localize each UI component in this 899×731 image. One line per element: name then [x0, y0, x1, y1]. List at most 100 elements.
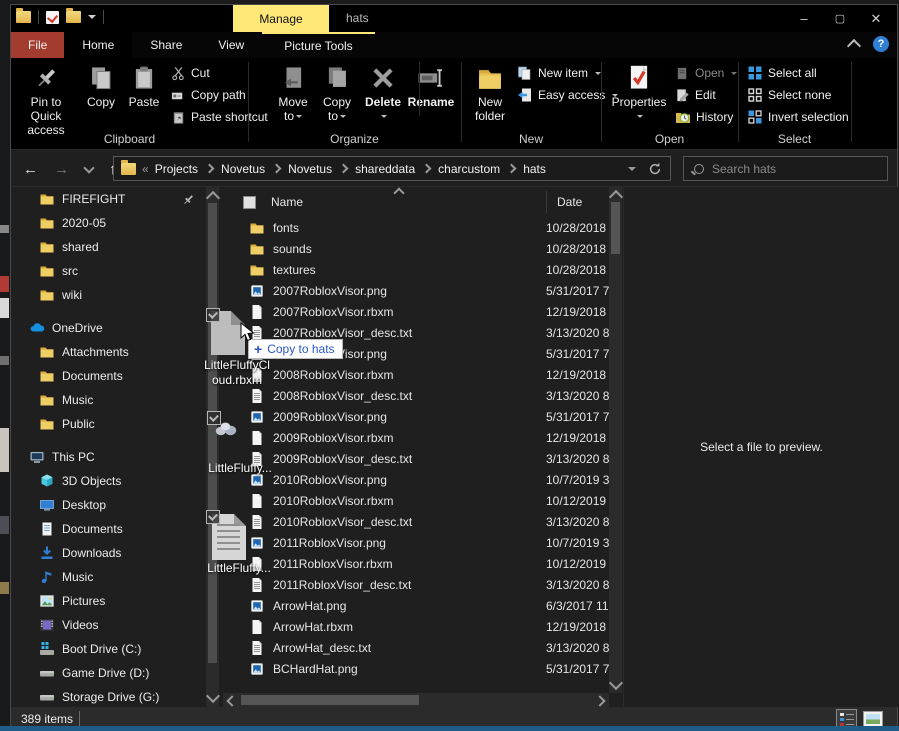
file-row[interactable]: 2010RobloxVisor.rbxm 10/12/2019	[223, 490, 609, 511]
sidebar-item-2020-05[interactable]: 2020-05	[11, 211, 206, 235]
tab-share[interactable]: Share	[132, 32, 200, 58]
column-header-name[interactable]: Name	[271, 195, 303, 209]
folder-icon[interactable]	[66, 11, 81, 23]
pin-to-quick-access-button[interactable]: Pin to Quick access	[15, 61, 77, 137]
sidebar-item-public[interactable]: Public	[11, 412, 206, 436]
sidebar-item-firefight[interactable]: FIREFIGHT	[11, 187, 206, 211]
file-row[interactable]: 2009RobloxVisor.rbxm 12/19/2018	[223, 427, 609, 448]
cut-button[interactable]: Cut	[171, 63, 210, 83]
scrollbar-thumb[interactable]	[611, 202, 620, 254]
sidebar-item-boot-drive-c-[interactable]: Boot Drive (C:)	[11, 637, 206, 661]
file-row[interactable]: 2010RobloxVisor_desc.txt 3/13/2020 8	[223, 511, 609, 532]
sidebar-item-music[interactable]: Music	[11, 565, 206, 589]
search-input[interactable]: Search hats	[683, 156, 888, 181]
copy-path-button[interactable]: Copy path	[171, 85, 246, 105]
new-folder-button[interactable]: New folder	[467, 61, 513, 123]
file-row[interactable]: 2007RobloxVisor.png 5/31/2017 7	[223, 280, 609, 301]
file-row[interactable]: 2008RobloxVisor.png 5/31/2017 7	[223, 343, 609, 364]
tab-file[interactable]: File	[11, 32, 64, 58]
breadcrumb-item[interactable]: Novetus	[286, 162, 334, 176]
file-row[interactable]: 2007RobloxVisor.rbxm 12/19/2018	[223, 301, 609, 322]
delete-button[interactable]: Delete	[363, 61, 403, 123]
minimize-ribbon-icon[interactable]	[847, 39, 861, 53]
file-row[interactable]: 2011RobloxVisor.png 10/7/2019 3	[223, 532, 609, 553]
scroll-left-icon[interactable]	[226, 695, 237, 706]
open-button[interactable]: Open	[675, 63, 737, 83]
breadcrumb-item[interactable]: Novetus	[219, 162, 267, 176]
properties-button[interactable]: Properties	[611, 61, 667, 123]
large-icons-view-button[interactable]	[863, 711, 883, 727]
file-row[interactable]: ArrowHat.png 6/3/2017 11	[223, 595, 609, 616]
sidebar-item-onedrive[interactable]: OneDrive	[11, 316, 206, 340]
sidebar-item-pictures[interactable]: Pictures	[11, 589, 206, 613]
crumb-overflow-icon[interactable]: «	[142, 162, 149, 176]
file-row[interactable]: 2011RobloxVisor_desc.txt 3/13/2020 8	[223, 574, 609, 595]
select-all-checkbox[interactable]	[243, 196, 256, 209]
breadcrumb-item[interactable]: Projects	[153, 162, 200, 176]
rename-button[interactable]: Rename	[405, 61, 457, 109]
sidebar-item-downloads[interactable]: Downloads	[11, 541, 206, 565]
sidebar-item-this-pc[interactable]: This PC	[11, 445, 206, 469]
address-dropdown-caret-icon[interactable]	[628, 167, 636, 171]
sidebar-item-storage-drive-g-[interactable]: Storage Drive (G:)	[11, 685, 206, 707]
manage-contextual-tab[interactable]: Manage	[233, 5, 329, 32]
select-all-button[interactable]: Select all	[747, 63, 817, 83]
file-row[interactable]: BCHardHat.png 5/31/2017 7	[223, 658, 609, 679]
scrollbar-thumb[interactable]	[208, 203, 217, 663]
maximize-button[interactable]: ▢	[823, 8, 857, 29]
move-to-button[interactable]: Move to	[273, 61, 313, 123]
tab-view[interactable]: View	[200, 32, 262, 58]
column-divider[interactable]	[546, 191, 547, 213]
file-row[interactable]: 2011RobloxVisor.rbxm 10/12/2019	[223, 553, 609, 574]
sidebar-item-documents[interactable]: Documents	[11, 364, 206, 388]
history-button[interactable]: History	[675, 107, 733, 127]
sidebar-item-desktop[interactable]: Desktop	[11, 493, 206, 517]
file-row[interactable]: 2009RobloxVisor_desc.txt 3/13/2020 8	[223, 448, 609, 469]
scroll-down-icon[interactable]	[609, 676, 623, 690]
edit-button[interactable]: Edit	[675, 85, 716, 105]
paste-button[interactable]: Paste	[123, 61, 165, 109]
paste-shortcut-button[interactable]: Paste shortcut	[171, 107, 268, 127]
sidebar-item-attachments[interactable]: Attachments	[11, 340, 206, 364]
invert-selection-button[interactable]: Invert selection	[747, 107, 849, 127]
sidebar-item-game-drive-d-[interactable]: Game Drive (D:)	[11, 661, 206, 685]
close-button[interactable]: ✕	[859, 8, 893, 29]
file-row[interactable]: ArrowHat.rbxm 12/19/2018	[223, 616, 609, 637]
breadcrumb-item[interactable]: hats	[521, 162, 548, 176]
sidebar-item-documents[interactable]: Documents	[11, 517, 206, 541]
filelist-vscrollbar[interactable]	[609, 187, 622, 693]
breadcrumb-item[interactable]: charcustom	[436, 162, 502, 176]
sidebar-item-src[interactable]: src	[11, 259, 206, 283]
file-row[interactable]: 2008RobloxVisor_desc.txt 3/13/2020 8	[223, 385, 609, 406]
filelist-hscrollbar[interactable]	[223, 693, 609, 707]
file-row[interactable]: 2009RobloxVisor.png 5/31/2017 7	[223, 406, 609, 427]
column-header-date[interactable]: Date	[557, 195, 582, 209]
qat-customize-caret-icon[interactable]	[88, 15, 96, 19]
file-row[interactable]: fonts 10/28/2018	[223, 217, 609, 238]
file-row[interactable]: 2007RobloxVisor_desc.txt 3/13/2020 8	[223, 322, 609, 343]
folder-icon[interactable]	[16, 11, 31, 23]
forward-icon[interactable]: →	[54, 161, 69, 178]
sidebar-item-shared[interactable]: shared	[11, 235, 206, 259]
recent-locations-caret-icon[interactable]	[83, 162, 94, 173]
scroll-down-icon[interactable]	[206, 689, 220, 703]
copy-button[interactable]: Copy	[81, 61, 121, 109]
sidebar-scrollbar[interactable]	[206, 187, 219, 707]
file-row[interactable]: textures 10/28/2018	[223, 259, 609, 280]
sidebar-item-music[interactable]: Music	[11, 388, 206, 412]
tab-picture-tools[interactable]: Picture Tools	[262, 32, 374, 58]
sidebar-item-3d-objects[interactable]: 3D Objects	[11, 469, 206, 493]
properties-check-icon[interactable]	[46, 11, 59, 24]
file-row[interactable]: 2008RobloxVisor.rbxm 12/19/2018	[223, 364, 609, 385]
tab-home[interactable]: Home	[64, 32, 132, 58]
easy-access-button[interactable]: Easy access	[517, 85, 618, 105]
breadcrumb-item[interactable]: shareddata	[353, 162, 417, 176]
copy-to-button[interactable]: Copy to	[317, 61, 357, 123]
help-icon[interactable]: ?	[873, 36, 889, 52]
scrollbar-thumb[interactable]	[241, 695, 419, 705]
new-item-button[interactable]: New item	[517, 63, 601, 83]
file-row[interactable]: sounds 10/28/2018	[223, 238, 609, 259]
scroll-right-icon[interactable]	[594, 695, 605, 706]
sidebar-item-videos[interactable]: Videos	[11, 613, 206, 637]
select-none-button[interactable]: Select none	[747, 85, 831, 105]
